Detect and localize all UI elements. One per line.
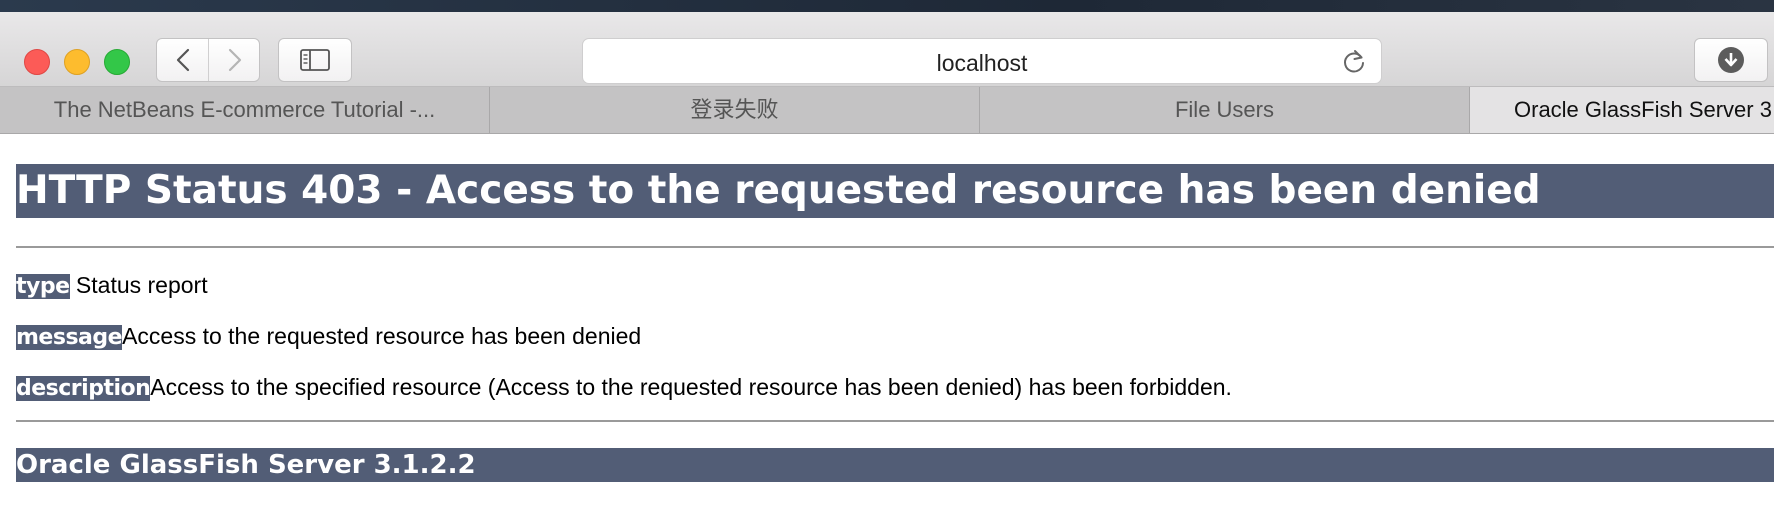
description-label: description <box>16 376 151 401</box>
tab-login-failed[interactable]: 登录失败 <box>490 87 980 133</box>
message-row: messageAccess to the requested resource … <box>16 321 1774 351</box>
desktop-strip <box>0 0 1774 12</box>
downloads-button[interactable] <box>1694 38 1768 82</box>
forward-button[interactable] <box>209 39 260 81</box>
server-footer: Oracle GlassFish Server 3.1.2.2 <box>16 448 1774 482</box>
type-row: type Status report <box>16 270 1774 300</box>
address-bar[interactable]: localhost <box>582 38 1382 84</box>
page-content: HTTP Status 403 - Access to the requeste… <box>0 164 1774 482</box>
divider-top <box>16 246 1774 248</box>
address-text: localhost <box>936 50 1028 76</box>
maximize-window-button[interactable] <box>104 49 130 75</box>
message-value: Access to the requested resource has bee… <box>122 323 642 349</box>
reload-icon <box>1344 50 1364 73</box>
sidebar-toggle-button[interactable] <box>278 38 352 82</box>
page-title: HTTP Status 403 - Access to the requeste… <box>16 164 1774 218</box>
type-label: type <box>16 274 70 299</box>
tab-netbeans-tutorial[interactable]: The NetBeans E-commerce Tutorial -... <box>0 87 490 133</box>
tab-file-users[interactable]: File Users <box>980 87 1470 133</box>
download-icon <box>1718 47 1744 73</box>
reload-button[interactable] <box>1341 49 1367 80</box>
description-value: Access to the specified resource (Access… <box>150 374 1232 400</box>
chevron-left-icon <box>176 48 189 72</box>
message-label: message <box>16 325 123 350</box>
navigation-buttons <box>156 38 260 82</box>
browser-toolbar: localhost <box>0 12 1774 87</box>
tab-glassfish-active[interactable]: Oracle GlassFish Server 3.1. <box>1470 87 1774 133</box>
type-value: Status report <box>75 272 208 298</box>
divider-bottom <box>16 420 1774 422</box>
sidebar-icon <box>300 49 330 71</box>
minimize-window-button[interactable] <box>64 49 90 75</box>
tab-bar: The NetBeans E-commerce Tutorial -... 登录… <box>0 87 1774 134</box>
close-window-button[interactable] <box>24 49 50 75</box>
chevron-right-icon <box>228 48 241 72</box>
back-button[interactable] <box>157 39 208 81</box>
description-row: descriptionAccess to the specified resou… <box>16 372 1774 402</box>
